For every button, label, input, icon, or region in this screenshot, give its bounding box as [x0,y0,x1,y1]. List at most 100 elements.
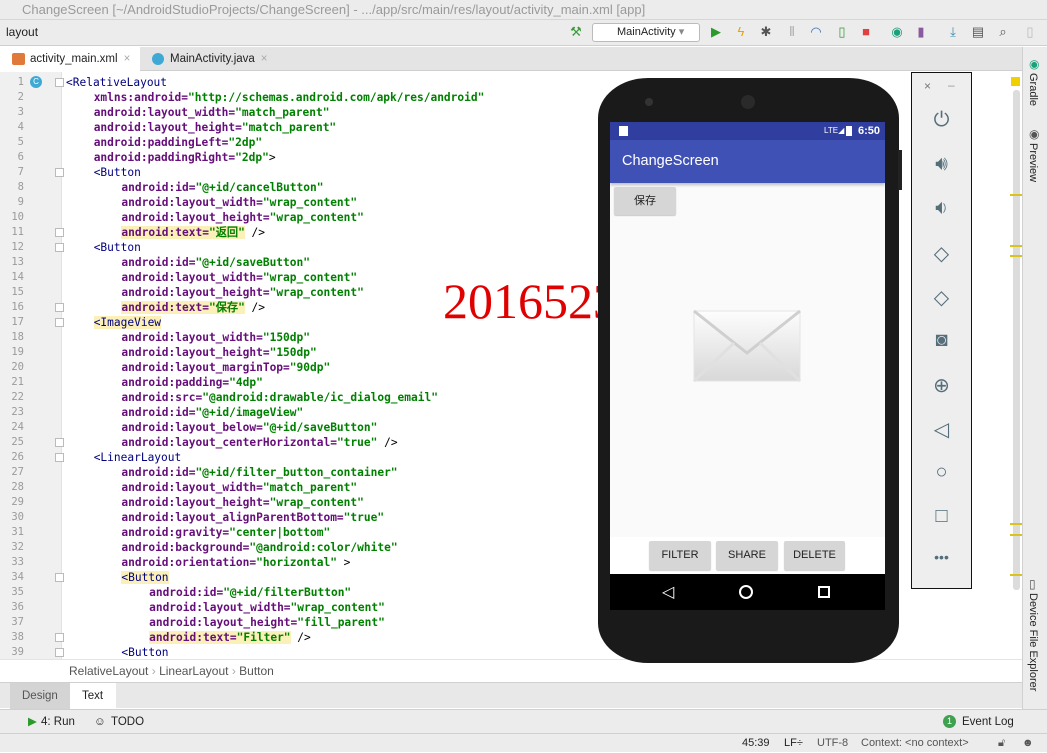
fold-marker[interactable] [55,78,64,87]
code-line[interactable]: android:text="Filter" /> [149,630,311,645]
home-icon[interactable]: ○ [912,461,971,484]
line-separator[interactable]: LF÷ [784,734,803,753]
breadcrumb-item[interactable]: LinearLayout [159,664,228,678]
code-line[interactable]: android:layout_width="wrap_content" [121,195,357,210]
fold-marker[interactable] [55,168,64,177]
scroll-marker[interactable] [1010,534,1022,536]
code-line[interactable]: android:id="@+id/cancelButton" [121,180,323,195]
breadcrumb-item[interactable]: Button [239,664,274,678]
device-icon[interactable]: ▯ [834,24,850,40]
code-line[interactable]: android:background="@android:color/white… [121,540,397,555]
volume-up-icon[interactable]: 🔊︎ [912,153,971,176]
code-line[interactable]: android:layout_height="wrap_content" [121,210,363,225]
avd-manager-icon[interactable]: ▮ [913,24,929,40]
tab-text[interactable]: Text [70,683,116,709]
phone-screen[interactable]: LTE◢ 6:50 ChangeScreen 保存 FILTER SHARE D… [610,122,885,610]
gradle-tool-button[interactable]: Gradle [1027,73,1039,106]
code-line[interactable]: <RelativeLayout [66,75,167,90]
camera-icon[interactable]: ◙ [912,329,971,352]
code-line[interactable]: android:layout_width="150dp" [121,330,310,345]
delete-button[interactable]: DELETE [784,541,845,570]
code-line[interactable]: android:paddingRight="2dp"> [94,150,276,165]
code-line[interactable]: android:layout_height="150dp" [121,345,316,360]
recents-icon[interactable] [818,586,830,598]
fold-marker[interactable] [55,318,64,327]
scroll-marker[interactable] [1010,194,1022,196]
code-line[interactable]: android:layout_alignParentBottom="true" [121,510,384,525]
code-line[interactable]: android:text="保存" /> [121,300,265,315]
filter-button[interactable]: FILTER [649,541,711,570]
tab-design[interactable]: Design [10,683,70,709]
fold-marker[interactable] [55,228,64,237]
close-icon[interactable]: × [124,53,131,65]
power-icon[interactable]: ⏻ [912,109,971,132]
cursor-position[interactable]: 45:39 [742,734,770,753]
debug-icon[interactable]: ✱ [758,24,774,40]
code-line[interactable]: android:layout_centerHorizontal="true" /… [121,435,397,450]
user-icon[interactable]: ▯ [1022,24,1038,40]
close-icon[interactable]: × [261,53,268,65]
code-line[interactable]: android:layout_below="@+id/saveButton" [121,420,377,435]
fold-marker[interactable] [55,243,64,252]
minimize-icon[interactable]: – [948,78,955,92]
zoom-icon[interactable]: ⊕ [912,373,971,398]
fold-marker[interactable] [55,453,64,462]
scroll-marker[interactable] [1010,574,1022,576]
stop-icon[interactable]: ■ [858,24,874,40]
run-config-dropdown[interactable]: MainActivity ▾ [592,23,700,42]
code-line[interactable]: android:layout_width="match_parent" [94,105,330,120]
code-line[interactable]: xmlns:android="http://schemas.android.co… [94,90,485,105]
editor-scrollbar[interactable] [1013,90,1020,590]
code-line[interactable]: android:layout_height="fill_parent" [149,615,385,630]
code-line[interactable]: android:layout_width="wrap_content" [149,600,385,615]
sdk-manager-icon[interactable]: ⤓ [945,24,961,40]
rotate-right-icon[interactable]: ◇ [912,285,971,310]
code-line[interactable]: android:layout_width="match_parent" [121,480,357,495]
code-line[interactable]: <Button [94,240,141,255]
fold-marker[interactable] [55,438,64,447]
code-line[interactable]: android:paddingLeft="2dp" [94,135,262,150]
code-line[interactable]: android:id="@+id/imageView" [121,405,303,420]
more-icon[interactable]: ••• [912,549,971,565]
code-line[interactable]: <Button [94,165,141,180]
class-gutter-icon[interactable]: C [30,76,42,88]
lock-icon[interactable]: 🔓︎ [998,734,1005,753]
fold-marker[interactable] [55,633,64,642]
run-icon[interactable]: ▶ [708,24,724,40]
code-line[interactable]: android:padding="4dp" [121,375,262,390]
code-line[interactable]: android:text="返回" /> [121,225,265,240]
code-line[interactable]: android:orientation="horizontal" > [121,555,350,570]
apply-changes-icon[interactable]: ϟ [733,24,749,40]
close-icon[interactable]: × [924,79,931,93]
build-hammer-icon[interactable]: ⚒ [568,24,584,40]
scroll-marker[interactable] [1010,255,1022,257]
rotate-left-icon[interactable]: ◇ [912,241,971,266]
code-line[interactable]: android:src="@android:drawable/ic_dialog… [121,390,438,405]
code-line[interactable]: android:gravity="center|bottom" [121,525,330,540]
run-tool-button[interactable]: 4: Run [41,710,75,734]
home-icon[interactable] [739,585,753,599]
device-file-explorer-button[interactable]: Device File Explorer [1027,593,1039,691]
profile-icon[interactable]: ◠ [808,24,824,40]
todo-tool-button[interactable]: TODO [111,710,144,734]
tab-activity-main[interactable]: activity_main.xml × [0,47,140,71]
code-line[interactable]: android:layout_marginTop="90dp" [121,360,330,375]
attach-debugger-icon[interactable]: ⫴ [784,24,800,40]
code-line[interactable]: <LinearLayout [94,450,182,465]
fold-marker[interactable] [55,573,64,582]
code-line[interactable]: android:id="@+id/saveButton" [121,255,310,270]
fold-marker[interactable] [55,648,64,657]
scroll-marker[interactable] [1010,245,1022,247]
code-line[interactable]: <ImageView [93,315,162,330]
back-icon[interactable]: ◁ [912,417,971,442]
context[interactable]: Context: <no context> [861,734,969,753]
preview-tool-button[interactable]: Preview [1027,143,1039,182]
encoding[interactable]: UTF-8 [817,734,848,753]
volume-down-icon[interactable]: 🔉︎ [912,197,971,220]
sync-icon[interactable]: ◉ [889,24,905,40]
search-icon[interactable]: ⌕ [995,24,1011,40]
inspector-icon[interactable]: ☻ [1022,734,1034,753]
project-structure-icon[interactable]: ▤ [970,24,986,40]
scroll-marker[interactable] [1010,523,1022,525]
warning-indicator[interactable] [1011,77,1020,86]
